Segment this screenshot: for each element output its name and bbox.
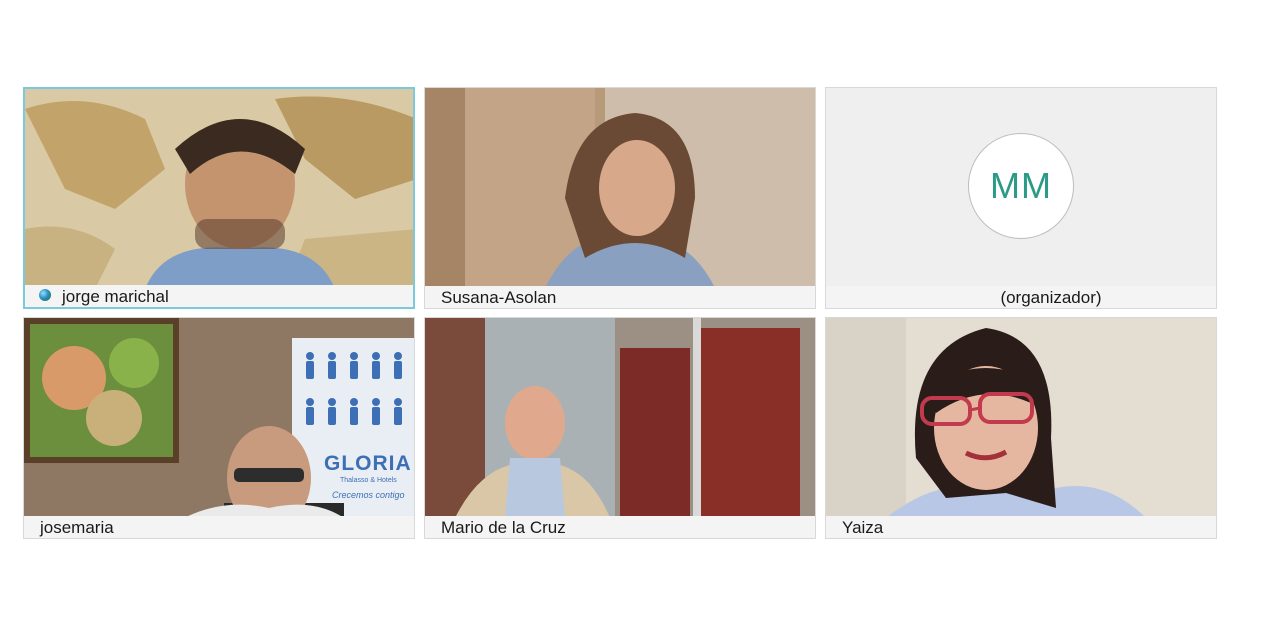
video-frame bbox=[25, 89, 413, 285]
participant-tile-jorge[interactable]: jorge marichal bbox=[23, 87, 415, 309]
participant-video bbox=[826, 318, 1216, 516]
participant-tile-mario[interactable]: Mario de la Cruz bbox=[424, 317, 816, 539]
participant-name: Mario de la Cruz bbox=[441, 518, 566, 537]
gloria-banner: GLORIA Thalasso & Hotels Crecemos contig… bbox=[294, 340, 414, 516]
banner-slogan: Crecemos contigo bbox=[332, 490, 405, 500]
participant-video bbox=[25, 89, 413, 285]
speaking-indicator-icon bbox=[39, 289, 51, 301]
name-bar: josemaria bbox=[24, 516, 414, 538]
participant-name: josemaria bbox=[40, 518, 114, 537]
participant-tile-josemaria[interactable]: GLORIA Thalasso & Hotels Crecemos contig… bbox=[23, 317, 415, 539]
staff-figures-icon bbox=[306, 352, 402, 425]
banner-brand: GLORIA bbox=[324, 452, 412, 475]
name-bar: Susana-Asolan bbox=[425, 286, 815, 308]
video-frame bbox=[826, 318, 1216, 516]
participant-name: Susana-Asolan bbox=[441, 288, 557, 307]
video-frame bbox=[425, 88, 815, 286]
participant-video bbox=[425, 88, 815, 286]
name-bar: Mario de la Cruz bbox=[425, 516, 815, 538]
participant-tile-yaiza[interactable]: Yaiza bbox=[825, 317, 1217, 539]
participant-name: (organizador) bbox=[1000, 288, 1102, 307]
name-bar: (organizador) bbox=[826, 286, 1216, 308]
participant-name: jorge marichal bbox=[62, 287, 169, 306]
participant-name: Yaiza bbox=[842, 518, 884, 537]
participant-video: GLORIA Thalasso & Hotels Crecemos contig… bbox=[24, 318, 414, 516]
avatar: MM bbox=[968, 133, 1074, 239]
participant-tile-organizador[interactable]: MM (organizador) bbox=[825, 87, 1217, 309]
participant-video bbox=[425, 318, 815, 516]
name-bar: Yaiza bbox=[826, 516, 1216, 538]
banner-figures bbox=[300, 350, 412, 440]
participant-tile-susana[interactable]: Susana-Asolan bbox=[424, 87, 816, 309]
video-frame bbox=[425, 318, 815, 516]
name-bar: jorge marichal bbox=[25, 285, 413, 307]
banner-subline: Thalasso & Hotels bbox=[340, 477, 397, 484]
